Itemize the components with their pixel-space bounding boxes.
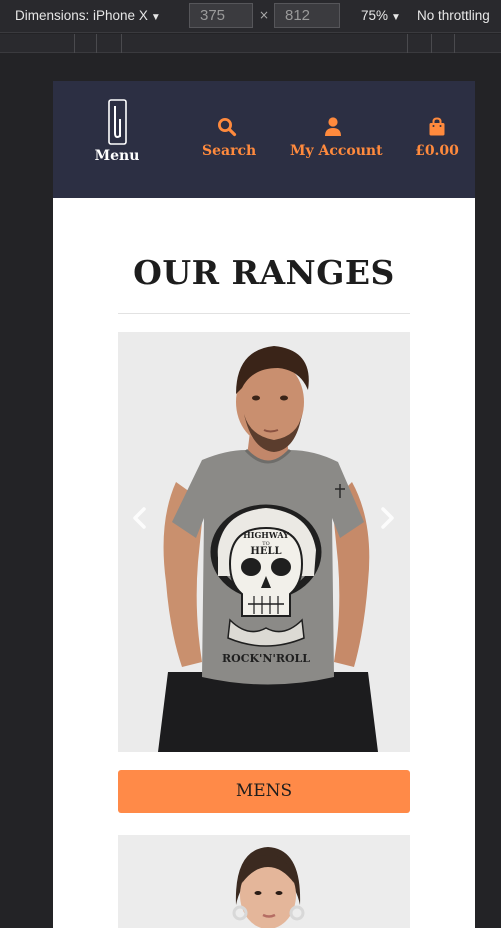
title-divider [118, 313, 410, 314]
shirt-text-main: HELL [250, 546, 281, 557]
mens-range-button[interactable]: MENS [118, 770, 410, 813]
chevron-down-icon: ▼ [150, 12, 161, 23]
ruler-divider [454, 34, 455, 53]
ruler-divider [121, 34, 122, 53]
cart-link[interactable]: £0.00 [412, 117, 462, 159]
times-symbol: × [259, 8, 270, 22]
shirt-text-bottom: ROCK'N'ROLL [222, 652, 310, 665]
zoom-dropdown[interactable]: 75% ▼ [361, 8, 401, 23]
ruler-divider [431, 34, 432, 53]
device-viewport: Menu Search My Account £0.00 OUR RANGES … [53, 81, 475, 928]
cart-total-label: £0.00 [415, 143, 459, 159]
viewport-width-input[interactable]: 375 [189, 3, 253, 28]
zoom-label: 75% [361, 8, 389, 23]
chevron-down-icon: ▼ [391, 12, 401, 23]
ruler-divider [96, 34, 97, 53]
shopping-bag-icon [429, 117, 445, 136]
search-icon [218, 118, 237, 137]
throttling-dropdown[interactable]: No throttling [417, 8, 490, 23]
mens-product-image: HIGHWAY TO HELL ROCK'N'ROLL [118, 332, 410, 752]
search-link[interactable]: Search [202, 117, 256, 159]
devtools-toolbar: Dimensions: iPhone X ▼ 375 × 812 75% ▼ No … [0, 0, 501, 33]
womens-range-image[interactable] [118, 835, 410, 928]
page-title: OUR RANGES [133, 253, 395, 292]
range-carousel[interactable]: HIGHWAY TO HELL ROCK'N'ROLL [118, 332, 410, 752]
my-account-link[interactable]: My Account [290, 117, 383, 159]
search-label: Search [202, 143, 257, 159]
my-account-label: My Account [290, 143, 383, 159]
ruler-divider [407, 34, 408, 53]
device-dimensions-dropdown[interactable]: Dimensions: iPhone X ▼ [15, 8, 161, 23]
viewport-height-input[interactable]: 812 [274, 3, 340, 28]
media-query-ruler[interactable] [0, 34, 501, 53]
shirt-text-top: HIGHWAY [243, 530, 289, 540]
menu-button[interactable]: Menu [93, 99, 141, 164]
carousel-prev-icon[interactable] [129, 506, 151, 530]
user-icon [325, 117, 341, 136]
menu-label: Menu [94, 148, 140, 164]
womens-product-image [118, 835, 410, 928]
device-dimensions-label: Dimensions: iPhone X [15, 8, 148, 23]
ruler-divider [74, 34, 75, 53]
site-header: Menu Search My Account £0.00 [53, 81, 475, 198]
brand-logo-icon [107, 99, 127, 145]
carousel-next-icon[interactable] [376, 506, 398, 530]
